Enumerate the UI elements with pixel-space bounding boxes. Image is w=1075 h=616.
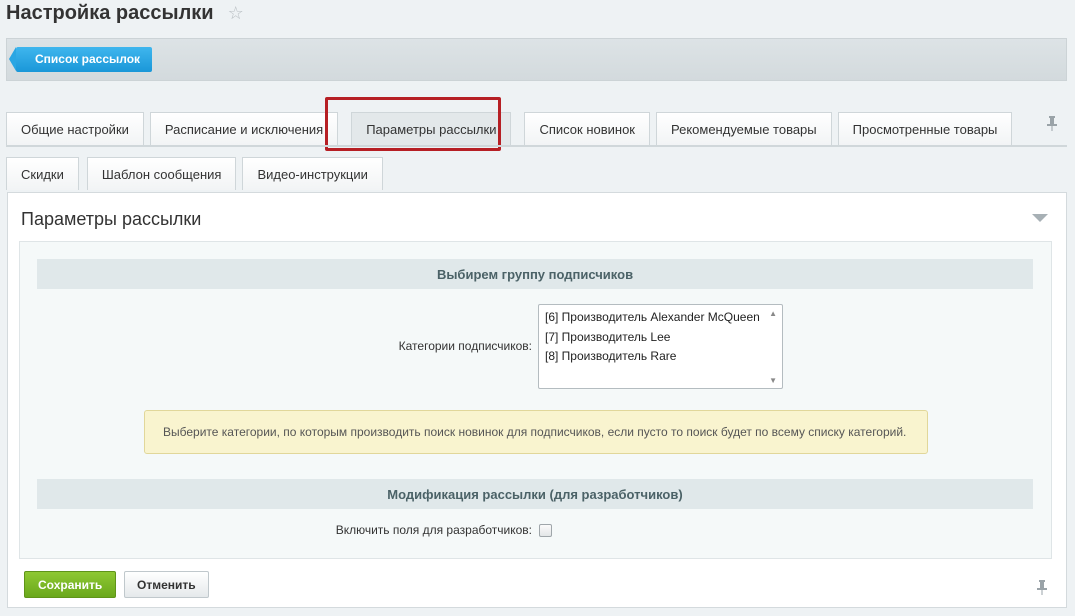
toolbar: Список рассылок: [6, 38, 1067, 81]
page-title: Настройка рассылки ☆: [6, 2, 244, 25]
cancel-button[interactable]: Отменить: [124, 571, 209, 598]
tab-mailing-parameters[interactable]: Параметры рассылки: [351, 112, 512, 145]
tab-recommended-products[interactable]: Рекомендуемые товары: [656, 112, 832, 145]
star-icon[interactable]: ☆: [228, 3, 244, 24]
scroll-up-icon[interactable]: ▲: [769, 309, 777, 318]
dev-fields-checkbox[interactable]: [539, 524, 552, 537]
categories-hint: Выберите категории, по которым производи…: [144, 410, 928, 454]
tab-new-items-list[interactable]: Список новинок: [524, 112, 650, 145]
mailing-list-button[interactable]: Список рассылок: [8, 47, 153, 72]
tab-video-instructions[interactable]: Видео-инструкции: [242, 157, 383, 190]
listbox-option[interactable]: [6] Производитель Alexander McQueen: [539, 308, 782, 328]
pin-icon[interactable]: [1035, 579, 1049, 595]
settings-card: Параметры рассылки Выбирем группу подпис…: [7, 192, 1067, 608]
tab-message-template[interactable]: Шаблон сообщения: [86, 157, 237, 190]
collapse-icon[interactable]: [1032, 214, 1048, 222]
save-button[interactable]: Сохранить: [24, 571, 117, 598]
scroll-down-icon[interactable]: ▼: [769, 376, 777, 385]
primary-tabs: Общие настройки Расписание и исключения …: [6, 112, 1018, 145]
tab-viewed-products[interactable]: Просмотренные товары: [837, 112, 1013, 145]
page-title-text: Настройка рассылки: [6, 2, 214, 24]
pin-icon[interactable]: [1045, 115, 1059, 131]
section-header-subscribers: Выбирем группу подписчиков: [37, 259, 1033, 289]
categories-listbox[interactable]: [6] Производитель Alexander McQueen [7] …: [538, 304, 783, 389]
tabs-divider: [6, 145, 1067, 147]
section-header-developers: Модификация рассылки (для разработчиков): [37, 479, 1033, 509]
listbox-option[interactable]: [7] Производитель Lee: [539, 328, 782, 348]
dev-fields-label: Включить поля для разработчиков:: [335, 523, 532, 537]
tab-discounts[interactable]: Скидки: [6, 157, 79, 190]
settings-form: Выбирем группу подписчиков Категории под…: [19, 241, 1052, 559]
listbox-option[interactable]: [8] Производитель Rare: [539, 347, 782, 367]
tab-schedule-exceptions[interactable]: Расписание и исключения: [149, 112, 339, 145]
tab-general-settings[interactable]: Общие настройки: [6, 112, 144, 145]
panel-title: Параметры рассылки: [21, 209, 202, 229]
categories-label: Категории подписчиков:: [398, 339, 532, 353]
secondary-tabs: Скидки Шаблон сообщения Видео-инструкции: [6, 157, 389, 190]
